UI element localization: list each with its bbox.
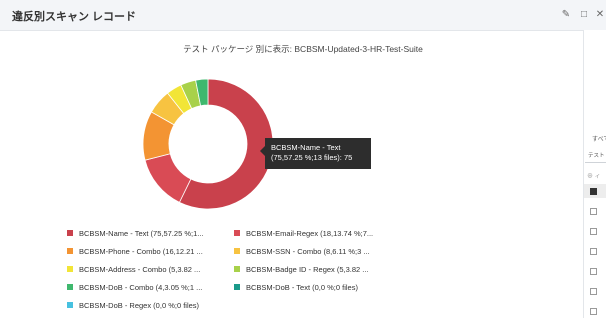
legend-swatch: [234, 248, 240, 255]
row-checkbox[interactable]: [590, 228, 597, 235]
legend-swatch: [234, 284, 240, 291]
tooltip-line-1: BCBSM-Name - Text: [271, 143, 341, 152]
legend-swatch: [234, 266, 240, 273]
legend-label: BCBSM-DoB - Text (0,0 %;0 files): [246, 283, 358, 292]
legend-item[interactable]: BCBSM-Phone - Combo (16,12.21 ...: [67, 247, 203, 257]
legend-label: BCBSM-Address - Combo (5,3.82 ...: [79, 265, 201, 274]
legend-label: BCBSM-Badge ID - Regex (5,3.82 ...: [246, 265, 369, 274]
legend-label: BCBSM-Email-Regex (18,13.74 %;7...: [246, 229, 374, 238]
side-panel-tab-label: テスト: [588, 153, 605, 159]
legend-swatch: [67, 248, 73, 255]
legend-label: BCBSM-DoB - Regex (0,0 %;0 files): [79, 301, 200, 310]
legend-item[interactable]: BCBSM-Name - Text (75,57.25 %;1...: [67, 229, 204, 239]
panel-header: 違反別スキャン レコード ✎ □ ✕: [0, 0, 606, 31]
close-icon[interactable]: ✕: [594, 8, 606, 22]
side-panel-all-label: すべて: [592, 137, 606, 143]
legend-item[interactable]: BCBSM-Email-Regex (18,13.74 %;7...: [234, 229, 373, 239]
legend-label: BCBSM-Phone - Combo (16,12.21 ...: [79, 247, 203, 256]
legend-swatch: [67, 266, 73, 273]
maximize-icon[interactable]: □: [578, 8, 590, 22]
side-panel-tab[interactable]: テスト: [585, 148, 606, 163]
legend-item[interactable]: BCBSM-SSN - Combo (8,6.11 %;3 ...: [234, 247, 370, 257]
row-checkbox[interactable]: [590, 268, 597, 275]
legend-label: BCBSM-Name - Text (75,57.25 %;1...: [79, 229, 204, 238]
side-panel-search[interactable]: ⊕ ィ: [587, 171, 601, 180]
legend-item[interactable]: BCBSM-Badge ID - Regex (5,3.82 ...: [234, 265, 369, 275]
legend-item[interactable]: BCBSM-Address - Combo (5,3.82 ...: [67, 265, 200, 275]
legend-swatch: [67, 230, 73, 237]
chart-tooltip: BCBSM-Name - Text (75,57.25 %;13 files):…: [260, 138, 371, 169]
legend-item[interactable]: BCBSM-DoB - Combo (4,3.05 %;1 ...: [67, 283, 202, 293]
side-panel: すべて テスト ⊕ ィ: [583, 30, 606, 318]
legend-swatch: [67, 284, 73, 291]
panel-title: 違反別スキャン レコード: [12, 11, 137, 23]
legend-item[interactable]: BCBSM-DoB - Text (0,0 %;0 files): [234, 283, 358, 293]
legend-label: BCBSM-SSN - Combo (8,6.11 %;3 ...: [246, 247, 370, 256]
pencil-icon[interactable]: ✎: [560, 8, 572, 22]
legend-swatch: [234, 230, 240, 237]
select-all-checkbox[interactable]: [590, 188, 597, 195]
donut-chart[interactable]: [142, 78, 274, 210]
row-checkbox[interactable]: [590, 248, 597, 255]
legend-label: BCBSM-DoB - Combo (4,3.05 %;1 ...: [79, 283, 203, 292]
legend-swatch: [67, 302, 73, 309]
chart-title: テスト パッケージ 別に表示: BCBSM-Updated-3-HR-Test-…: [183, 44, 423, 54]
row-checkbox[interactable]: [590, 308, 597, 315]
side-panel-header-row: [584, 184, 606, 198]
legend-item[interactable]: BCBSM-DoB - Regex (0,0 %;0 files): [67, 301, 199, 311]
row-checkbox[interactable]: [590, 288, 597, 295]
row-checkbox[interactable]: [590, 208, 597, 215]
tooltip-line-2: (75,57.25 %;13 files): 75: [271, 153, 353, 162]
